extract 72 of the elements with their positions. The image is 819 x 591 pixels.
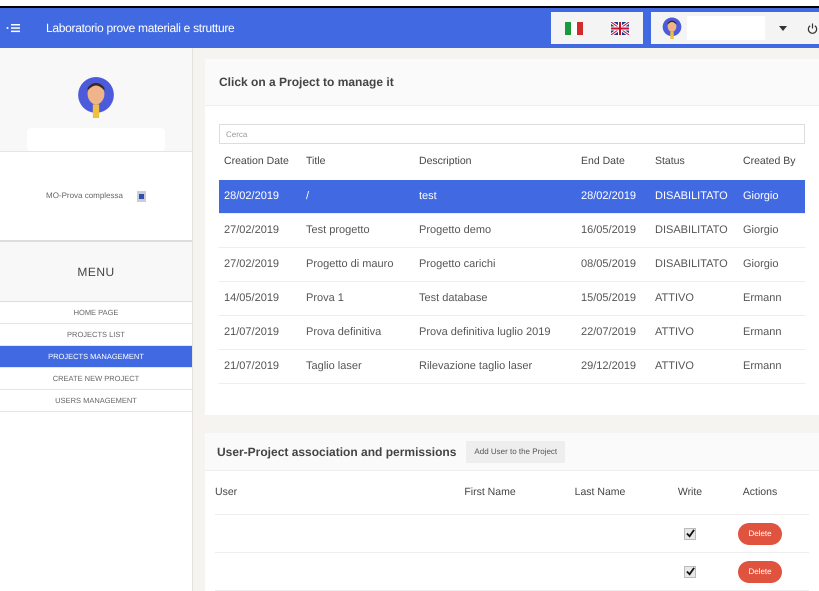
card-title: User-Project association and permissions: [217, 444, 456, 460]
project-row[interactable]: 21/07/2019 Taglio laser Rilevazione taglio laser 29/12/2019 ATTIVO Ermann: [219, 350, 805, 384]
table-cell-text: 28/02/2019: [581, 189, 638, 204]
table-cell-text: 16/05/2019: [581, 223, 638, 238]
table-cell-text: Prova definitiva luglio 2019: [419, 325, 552, 340]
table-cell-text: 21/07/2019: [224, 359, 280, 374]
table-cell-text: Prova 1: [306, 291, 345, 306]
table-cell-text: Progetto di mauro: [306, 257, 394, 272]
add-user-button[interactable]: Add User to the Project: [466, 440, 566, 462]
project-row[interactable]: 14/05/2019 Prova 1 Test database 15/05/2019 ATTIVO Ermann: [219, 282, 805, 316]
table-cell-text: ATTIVO: [655, 325, 695, 340]
card-title: Click on a Project to manage it: [219, 74, 394, 91]
table-cell-text: 08/05/2019: [581, 257, 638, 272]
project-row[interactable]: 21/07/2019 Prova definitiva Prova definitiva luglio 2019 22/07/2019 ATTIVO Ermann: [219, 316, 805, 350]
project-row[interactable]: 27/02/2019 Progetto di mauro Progetto carichi 08/05/2019 DISABILITATO Giorgio: [219, 248, 805, 282]
table-cell-text: Ermann: [743, 359, 783, 374]
table-cell-text: 15/05/2019: [581, 291, 638, 306]
column-header: Status: [655, 154, 686, 170]
table-cell-text: DISABILITATO: [655, 223, 729, 238]
write-checkbox[interactable]: [684, 528, 696, 540]
delete-button[interactable]: Delete: [738, 560, 782, 582]
project-row[interactable]: 27/02/2019 Test progetto Progetto demo 16/05/2019 DISABILITATO Giorgio: [219, 214, 805, 248]
user-panel[interactable]: [651, 12, 819, 44]
table-cell-text: Taglio laser: [306, 359, 363, 374]
table-cell-text: 27/02/2019: [224, 223, 280, 238]
table-cell-text: Progetto demo: [419, 223, 492, 238]
column-header: Created By: [743, 154, 797, 170]
project-icon[interactable]: [136, 190, 146, 202]
column-header: Title: [306, 154, 326, 170]
table-cell-text: 22/07/2019: [581, 325, 638, 340]
table-cell-text: Test progetto: [306, 223, 371, 238]
delete-button[interactable]: Delete: [738, 522, 782, 544]
caret-icon[interactable]: [779, 26, 787, 30]
column-header: First Name: [463, 484, 517, 500]
power-icon[interactable]: [807, 22, 818, 34]
table-cell-text: Rilevazione taglio laser: [419, 359, 534, 374]
table-cell-text: Giorgio: [743, 223, 780, 238]
table-cell-text: Giorgio: [743, 189, 780, 204]
table-cell-text: 14/05/2019: [224, 291, 280, 306]
menu-title: MENU: [77, 264, 115, 280]
write-checkbox[interactable]: [684, 566, 696, 578]
current-project-label: MO-Prova complessa: [46, 190, 123, 202]
table-cell-text: ATTIVO: [655, 291, 695, 306]
search-field[interactable]: Cerca: [219, 124, 805, 144]
column-header: Write: [676, 484, 704, 500]
avatar-icon: [661, 17, 683, 39]
column-header: Creation Date: [224, 154, 290, 170]
table-cell-text: Giorgio: [743, 257, 780, 272]
column-header: User: [215, 484, 238, 500]
table-cell-text: /: [306, 189, 310, 204]
column-header: Description: [419, 154, 473, 170]
uk-flag-icon[interactable]: [611, 22, 629, 34]
table-cell-text: Ermann: [743, 291, 783, 306]
menu-icon[interactable]: [6, 23, 20, 33]
table-cell-text: Progetto carichi: [419, 257, 496, 272]
table-cell-text: test: [419, 189, 438, 204]
table-cell-text: Ermann: [743, 325, 783, 340]
table-cell-text: DISABILITATO: [655, 189, 729, 204]
table-cell-text: ATTIVO: [655, 359, 695, 374]
table-cell-text: 28/02/2019: [224, 189, 280, 204]
table-cell-text: 29/12/2019: [581, 359, 638, 374]
project-row[interactable]: 28/02/2019 / test 28/02/2019 DISABILITATO Giorgio: [219, 180, 805, 214]
column-header: End Date: [581, 154, 626, 170]
app-title: Laboratorio prove materiali e strutture: [46, 20, 234, 37]
column-header: Last Name: [574, 484, 626, 500]
table-cell-text: Test database: [419, 291, 488, 306]
column-header: Actions: [742, 484, 778, 500]
table-cell-text: DISABILITATO: [655, 257, 729, 272]
table-cell-text: 21/07/2019: [224, 325, 280, 340]
italian-flag-icon[interactable]: [565, 22, 583, 34]
table-cell-text: Prova definitiva: [306, 325, 382, 340]
table-cell-text: 27/02/2019: [224, 257, 280, 272]
